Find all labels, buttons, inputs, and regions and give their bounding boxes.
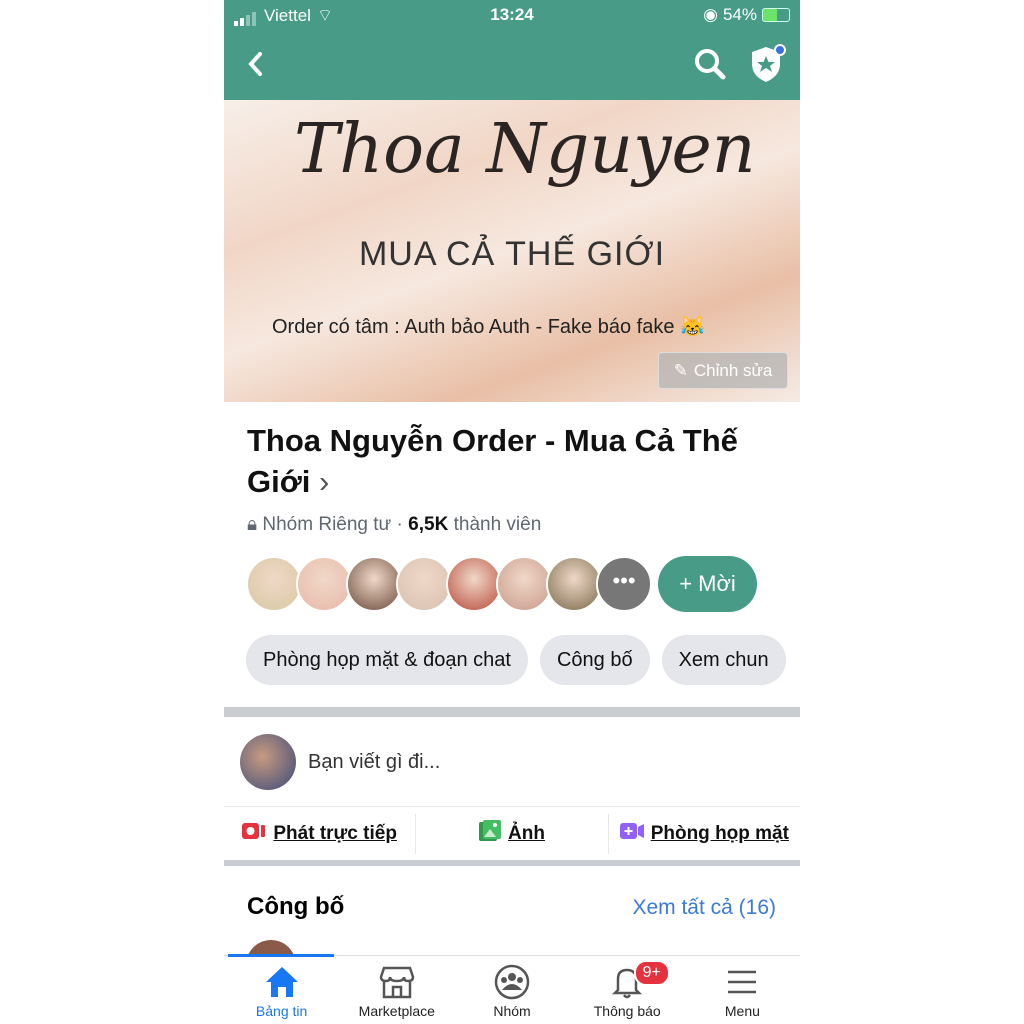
composer-placeholder: Bạn viết gì đi... <box>308 750 441 773</box>
member-avatar[interactable] <box>446 556 502 612</box>
chevron-right-icon: › <box>319 464 330 499</box>
divider <box>224 707 800 717</box>
more-members[interactable]: ••• <box>596 556 652 612</box>
room-icon <box>619 823 644 845</box>
action-label: Phát trực tiếp <box>273 823 397 844</box>
tab-thông-báo[interactable]: Thông báo 9+ <box>570 956 685 1024</box>
tab-icon <box>494 964 530 1003</box>
divider <box>224 860 800 866</box>
members-count: 6,5K <box>408 514 449 535</box>
battery-icon <box>762 8 790 22</box>
member-avatar[interactable] <box>396 556 452 612</box>
action-label: Ảnh <box>508 823 545 844</box>
tab-label: Bảng tin <box>255 1003 308 1019</box>
tab-bảng-tin[interactable]: Bảng tin <box>224 956 339 1024</box>
bottom-tab-bar: Bảng tin Marketplace Nhóm Thông báo 9+ Menu <box>224 954 800 1024</box>
battery-percent: 54% <box>722 5 757 24</box>
group-privacy: 🔒︎ Nhóm Riêng tư · 6,5K thành viên <box>247 514 541 536</box>
member-avatar[interactable] <box>346 556 402 612</box>
edit-label: Chỉnh sửa <box>693 360 773 380</box>
tab-label: Marketplace <box>358 1003 435 1019</box>
group-chips: Phòng họp mặt & đoạn chat Công bố Xem chun <box>246 635 786 685</box>
chip[interactable]: Xem chun <box>661 635 786 685</box>
chip[interactable]: Công bố <box>539 635 650 685</box>
status-bar: Viettel ⌔ 13:24 ◉ 54% <box>224 0 800 28</box>
composer-actions: Phát trực tiếp Ảnh Phòng họp mặt <box>224 814 800 854</box>
members-label: thành viên <box>453 514 542 535</box>
search-icon[interactable] <box>694 48 726 80</box>
post-composer[interactable]: Bạn viết gì đi... <box>240 734 440 790</box>
back-icon[interactable] <box>246 50 266 78</box>
member-avatars[interactable]: ••• <box>246 556 652 612</box>
group-name[interactable]: Thoa Nguyễn Order - Mua Cả Thế Giới › <box>247 420 777 502</box>
cover-photo: Thoa Nguyen MUA CẢ THẾ GIỚI Order có tâm… <box>224 100 800 402</box>
tab-label: Menu <box>724 1003 760 1019</box>
invite-button[interactable]: + Mời <box>658 556 757 612</box>
see-all-link[interactable]: Xem tất cả (16) <box>632 896 776 920</box>
member-avatar[interactable] <box>496 556 552 612</box>
action-label: Phòng họp mặt <box>650 823 789 844</box>
admin-shield-icon[interactable] <box>748 44 788 84</box>
nav-bar <box>224 28 800 100</box>
tab-icon <box>379 964 415 1003</box>
tab-nhóm[interactable]: Nhóm <box>454 956 569 1024</box>
cover-script-title: Thoa Nguyen <box>294 110 756 189</box>
tab-icon <box>264 964 300 1003</box>
chip[interactable]: Phòng họp mặt & đoạn chat <box>246 635 528 685</box>
notification-badge: 9+ <box>633 960 670 986</box>
cover-tagline: MUA CẢ THẾ GIỚI <box>358 235 666 273</box>
divider <box>224 806 800 807</box>
live-video-icon <box>242 822 266 846</box>
edit-cover-button[interactable]: ✎ Chỉnh sửa <box>658 352 788 389</box>
lock-icon: 🔒︎ <box>247 514 258 535</box>
action-room[interactable]: Phòng họp mặt <box>609 814 800 854</box>
phone-screen: Viettel ⌔ 13:24 ◉ 54% Thoa Nguyen MUA CẢ T… <box>224 0 800 1024</box>
member-avatar[interactable] <box>296 556 352 612</box>
tab-menu[interactable]: Menu <box>685 956 800 1024</box>
tab-icon <box>724 964 760 1003</box>
tab-label: Thông báo <box>593 1003 661 1019</box>
cover-slogan: Order có tâm : Auth bảo Auth - Fake báo … <box>272 316 705 338</box>
tab-marketplace[interactable]: Marketplace <box>339 956 454 1024</box>
member-avatar[interactable] <box>546 556 602 612</box>
rotation-lock-icon: ◉ <box>703 5 718 24</box>
action-live-video[interactable]: Phát trực tiếp <box>224 814 417 854</box>
privacy-text: Nhóm Riêng tư · <box>262 514 403 535</box>
announcements-title: Công bố <box>247 893 345 920</box>
photo-icon <box>479 820 502 848</box>
user-avatar <box>240 734 296 790</box>
action-photo[interactable]: Ảnh <box>416 814 609 854</box>
member-avatar[interactable] <box>246 556 302 612</box>
pencil-icon: ✎ <box>673 360 688 380</box>
tab-label: Nhóm <box>493 1003 531 1019</box>
